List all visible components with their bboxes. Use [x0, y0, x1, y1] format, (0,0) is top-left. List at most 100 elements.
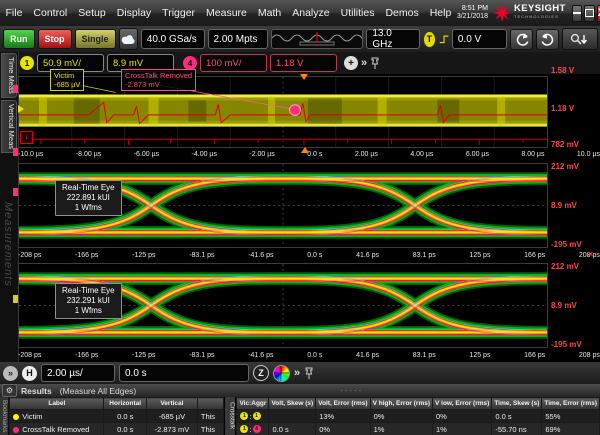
col-volt-skew[interactable]: Volt, Skew (s) [269, 398, 316, 410]
col-vhigh-error[interactable]: V high, Error (rms) [370, 398, 432, 410]
horizontal-position-field[interactable]: 0.0 s [119, 364, 249, 382]
minimized-toolbox-button[interactable] [562, 28, 598, 50]
sidebar-expand-button[interactable]: » [3, 366, 18, 381]
channel4-scale-field[interactable]: 100 mV/ [200, 54, 267, 72]
cell-time-skew: 0.0 s [492, 410, 542, 423]
pin-icon[interactable] [370, 57, 380, 70]
col-volt-error[interactable]: Volt, Error (rms) [316, 398, 370, 410]
col-time-error[interactable]: Time, Error (rms) [542, 398, 600, 410]
row-vertical: -685 µV [146, 410, 197, 423]
bookmarks-strip[interactable]: Bookmarks [0, 397, 9, 435]
results-header[interactable]: ⚙ Results (Measure All Edges) ····· [0, 384, 600, 397]
axis-tick-label: 41.6 ps [356, 352, 379, 359]
timebase-field[interactable]: 2.00 µs/ [41, 364, 115, 382]
table-row[interactable]: 1:1 13% 0% 0% 0.0 s 55% [237, 410, 600, 423]
eye2-title: Real-Time Eye [62, 286, 115, 296]
menu-measure[interactable]: Measure [201, 7, 253, 19]
channel-more-button[interactable]: » [361, 57, 367, 69]
eye2-label[interactable]: Real-Time Eye 232.291 kUI 1 Wfms [55, 283, 122, 319]
color-grade-button[interactable] [273, 365, 290, 382]
col-time-skew[interactable]: Time, Skew (s) [492, 398, 542, 410]
menu-utilities[interactable]: Utilities [335, 7, 380, 19]
trigger-axis-marker[interactable] [301, 147, 309, 153]
channel1-button[interactable]: 1 [20, 56, 34, 70]
cell-vlow-error: 0% [433, 410, 492, 423]
col-vlow-error[interactable]: V low, Error (rms) [433, 398, 492, 410]
channel4-button[interactable]: 4 [183, 56, 197, 70]
trigger-edge-icon[interactable] [439, 32, 449, 46]
cell-vhigh-error: 0% [370, 410, 432, 423]
eye2-wfms: 1 Wfms [62, 306, 115, 316]
trigger-source-button[interactable]: T [423, 31, 436, 48]
stop-button[interactable]: Stop [38, 29, 72, 49]
horizontal-button[interactable]: H [22, 366, 37, 381]
channel4-offset-field[interactable]: 1.18 V [270, 54, 337, 72]
menu-trigger[interactable]: Trigger [157, 7, 201, 19]
zoom-button[interactable]: Z [253, 365, 269, 381]
crosstalk-marker[interactable] [289, 105, 300, 116]
victim-waveform-panel[interactable] [18, 76, 548, 148]
add-channel-button[interactable]: + [344, 56, 358, 70]
trigger-level-marker[interactable]: ↓ [20, 131, 33, 144]
row-label: CrossTalk Removed [22, 425, 89, 434]
eye1-wfms: 1 Wfms [62, 203, 115, 213]
sample-rate-field[interactable]: 40.0 GSa/s [141, 29, 205, 49]
victim-trace-label[interactable]: Victim -685 µV [50, 69, 84, 91]
col-extra[interactable] [197, 398, 223, 410]
col-vertical[interactable]: Vertical [146, 398, 197, 410]
single-button[interactable]: Single [75, 29, 116, 49]
results-settings-button[interactable]: ⚙ [2, 384, 17, 397]
table-row[interactable]: 1:4 0.0 s 0% 1% 1% -55.70 ns 69% [237, 423, 600, 435]
undo-button[interactable] [510, 29, 533, 50]
memory-depth-field[interactable]: 2.00 Mpts [208, 29, 269, 49]
run-button[interactable]: Run [3, 29, 35, 49]
trigger-time-marker[interactable] [300, 74, 308, 80]
menu-setup[interactable]: Setup [73, 7, 111, 19]
eye2-scale-top: 212 mV [551, 262, 599, 271]
col-vic-aggr[interactable]: Vic:Aggr [237, 398, 269, 410]
menu-demos[interactable]: Demos [380, 7, 424, 19]
horizontal-position-widget[interactable] [271, 29, 363, 49]
cell-volt-skew: 0.0 s [269, 423, 316, 435]
measurement-table: Label Horizontal Vertical Victim 0.0 s -… [9, 397, 224, 435]
maximize-button[interactable] [584, 5, 595, 22]
bandwidth-field[interactable]: 13.0 GHz [366, 29, 420, 49]
victim-color-dot [13, 414, 19, 420]
axis-tick-label: -41.6 ps [248, 252, 273, 259]
axis-tick-label: 6.00 µs [466, 151, 489, 158]
results-body: Bookmarks Label Horizontal Vertical Vict… [0, 397, 600, 435]
trigger-level-field[interactable]: 0.0 V [452, 29, 507, 49]
redo-button[interactable] [536, 29, 559, 50]
menu-help[interactable]: Help [424, 7, 457, 19]
row-horizontal: 0.0 s [104, 423, 146, 435]
results-subtitle: (Measure All Edges) [60, 386, 137, 396]
table-row[interactable]: CrossTalk Removed 0.0 s -2.873 mV This [10, 423, 224, 435]
col-label[interactable]: Label [10, 398, 104, 410]
oscilloscope-app: File Control Setup Display Trigger Measu… [0, 0, 600, 435]
menu-control[interactable]: Control [28, 7, 73, 19]
axis-tick-label: 0.0 s [307, 352, 322, 359]
channel1-ground-marker[interactable] [18, 105, 24, 113]
pin-icon[interactable] [304, 367, 314, 380]
victim-waveform [19, 77, 547, 147]
menu-file[interactable]: File [0, 7, 28, 19]
cell-time-skew: -55.70 ns [492, 423, 542, 435]
vic-channel-badge: 1 [240, 412, 248, 420]
crosstalk-trace-label[interactable]: CrossTalk Removed -2.873 mV [121, 69, 196, 91]
eye2-time-axis: -208 ps-166 ps-125 ps-83.1 ps-41.6 ps0.0… [18, 349, 600, 362]
touch-button[interactable] [119, 28, 138, 50]
eye1-label[interactable]: Real-Time Eye 222.891 kUI 1 Wfms [55, 180, 122, 216]
menu-math[interactable]: Math [252, 7, 286, 19]
hbar-more-button[interactable]: » [294, 367, 300, 379]
acquisition-toolbar: Run Stop Single 40.0 GSa/s 2.00 Mpts 13.… [0, 26, 600, 52]
col-horizontal[interactable]: Horizontal [104, 398, 146, 410]
drag-handle-icon[interactable]: ····· [340, 386, 363, 395]
minimize-button[interactable] [572, 5, 582, 22]
table-row[interactable]: Victim 0.0 s -685 µV This [10, 410, 224, 423]
menu-analyze[interactable]: Analyze [287, 7, 335, 19]
crosstalk-label-text: CrossTalk Removed [125, 71, 192, 80]
menu-display[interactable]: Display [111, 7, 156, 19]
tab-vertical-meas[interactable]: Vertical Meas [1, 100, 17, 153]
clock-date: 3/21/2018 [457, 13, 488, 21]
eye1-close-button[interactable]: × [588, 249, 593, 259]
